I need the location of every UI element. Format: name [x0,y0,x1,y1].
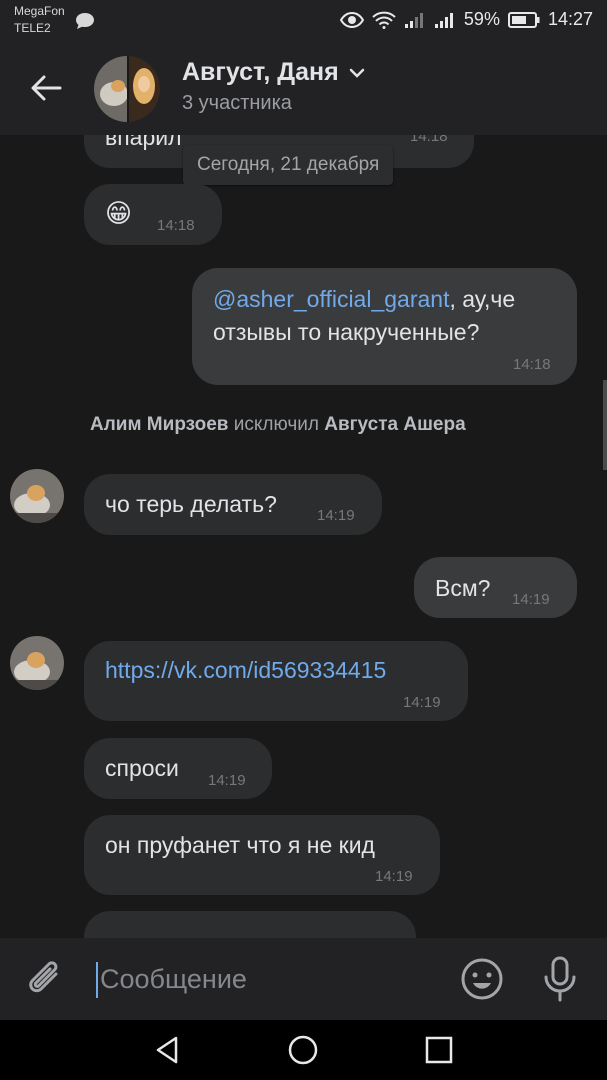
carrier-secondary: TELE2 [14,21,51,35]
service-target[interactable]: Августа Ашера [324,414,465,435]
message-time: 14:19 [375,868,413,885]
message-time: 14:18 [157,217,195,234]
outgoing-message-bubble[interactable]: @asher_official_garant, ау,че отзывы то … [192,268,577,385]
message-bubble[interactable]: 😁 14:18 [84,184,222,245]
message-time: 14:19 [208,772,246,789]
eye-icon [339,11,364,28]
message-text: он пруфанет что я не кид [105,832,375,858]
battery-icon [507,11,540,28]
paperclip-icon[interactable] [26,958,66,1000]
chat-header: Август, Даня 3 участника [0,42,607,135]
message-text: впарил [105,135,182,150]
sender-avatar[interactable] [10,469,64,523]
status-icons: 59% 14:27 [339,9,593,30]
status-bar: MegaFon TELE2 59% 14:27 [0,0,607,42]
date-separator: Сегодня, 21 декабря [183,145,394,185]
back-arrow-icon[interactable] [28,70,64,106]
chat-title[interactable]: Август, Даня [182,58,365,87]
message-time: 14:19 [403,694,441,711]
home-circle-icon[interactable] [287,1034,319,1066]
smiley-icon[interactable] [460,957,504,1001]
clock: 14:27 [547,9,593,29]
message-text: @asher_official_garant, ау,че [213,286,515,313]
message-text-line: отзывы то накрученные? [213,319,480,345]
message-bubble[interactable]: https://vk.com/id569334415 14:19 [84,641,468,721]
outgoing-message-bubble[interactable]: Всм? 14:19 [414,557,577,618]
participants-count: 3 участника [182,92,292,114]
message-time: 14:19 [512,591,550,608]
message-text: спроси [105,755,179,781]
message-bubble[interactable]: спроси 14:19 [84,738,272,799]
message-input[interactable]: Сообщение [100,964,247,995]
message-time: 14:18 [410,135,448,145]
message-time: 14:19 [317,507,355,524]
message-bubble-partial[interactable] [84,911,416,938]
message-list[interactable]: впарил 14:18 Сегодня, 21 декабря 😁 14:18… [0,135,607,938]
chevron-down-icon [349,68,364,78]
chat-notification-icon [76,13,94,29]
sender-avatar[interactable] [10,636,64,690]
message-text: чо терь делать? [105,491,277,517]
message-composer: Сообщение [0,938,607,1020]
scrollbar[interactable] [603,380,607,470]
profile-link[interactable]: https://vk.com/id569334415 [105,657,386,684]
message-text-part: , ау,че [449,286,516,312]
carrier-primary: MegaFon [14,4,65,18]
signal-icon-sim2 [434,12,453,28]
microphone-icon[interactable] [538,955,582,1003]
group-avatar[interactable] [94,56,160,122]
message-time: 14:18 [513,356,551,373]
service-actor[interactable]: Алим Мирзоев [90,414,229,435]
wifi-icon [372,11,396,29]
mention-link[interactable]: @asher_official_garant [213,286,449,312]
battery-percent: 59% [463,9,500,29]
message-text: Всм? [435,575,491,601]
text-cursor [96,962,98,998]
service-message: Алим Мирзоев исключил Августа Ашера [90,414,466,436]
back-triangle-icon[interactable] [152,1034,184,1066]
system-navigation-bar [0,1020,607,1080]
chat-title-text: Август, Даня [182,58,339,86]
recents-square-icon[interactable] [423,1034,455,1066]
message-bubble[interactable]: чо терь делать? 14:19 [84,474,382,535]
signal-icon-sim1 [404,12,423,28]
emoji-message: 😁 [105,198,133,228]
message-bubble[interactable]: он пруфанет что я не кид 14:19 [84,815,440,895]
service-action: исключил [228,414,325,435]
